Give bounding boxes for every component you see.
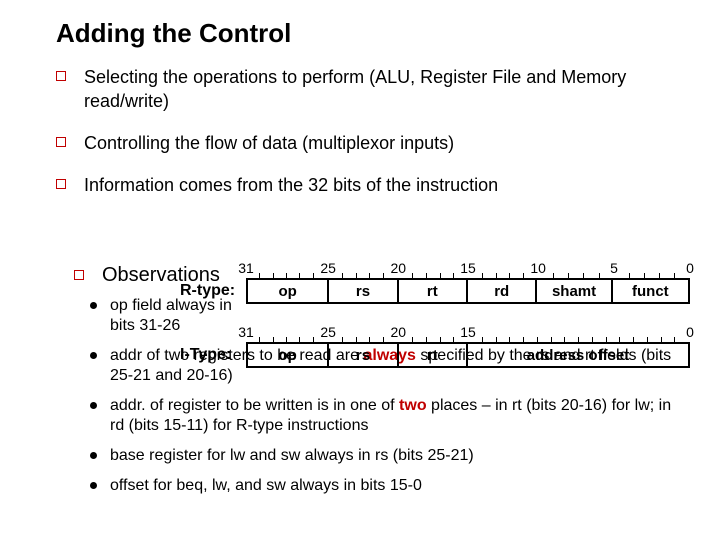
bullet-32-bits: Information comes from the 32 bits of th… <box>56 173 692 197</box>
bullet-selecting-ops: Selecting the operations to perform (ALU… <box>56 65 692 113</box>
itype-field-op: op <box>248 344 329 366</box>
bullet-data-flow: Controlling the flow of data (multiplexo… <box>56 131 692 155</box>
itype-bit-ticks: 31 25 20 15 0 <box>246 324 690 340</box>
obs-offset: offset for beq, lw, and sw always in bit… <box>90 476 680 496</box>
rtype-label: R-type: <box>180 282 235 300</box>
obs-base-reg: base register for lw and sw always in rs… <box>90 446 680 466</box>
rtype-bit-ticks: 31 25 20 15 10 5 0 <box>246 260 690 276</box>
rtype-field-rd: rd <box>468 280 537 302</box>
itype-label: I-Type: <box>180 346 231 364</box>
itype-format: op rs rt address offset <box>246 342 690 368</box>
itype-field-offset: address offset <box>468 344 688 366</box>
rtype-field-rt: rt <box>399 280 468 302</box>
slide-title: Adding the Control <box>56 18 692 49</box>
instruction-format-diagram: R-type: I-Type: 31 25 20 15 10 5 0 op rs… <box>180 264 700 414</box>
rtype-field-op: op <box>248 280 329 302</box>
rtype-field-shamt: shamt <box>537 280 612 302</box>
rtype-format: op rs rt rd shamt funct <box>246 278 690 304</box>
itype-field-rt: rt <box>399 344 468 366</box>
rtype-field-rs: rs <box>329 280 398 302</box>
top-bullet-list: Selecting the operations to perform (ALU… <box>56 65 692 197</box>
itype-field-rs: rs <box>329 344 398 366</box>
rtype-field-funct: funct <box>613 280 688 302</box>
